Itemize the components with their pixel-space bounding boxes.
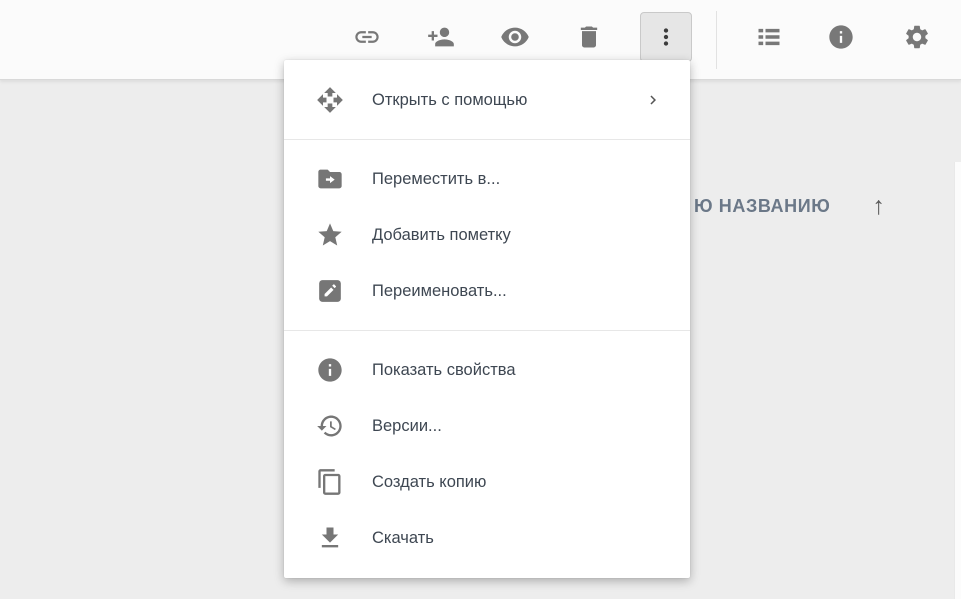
gear-icon [903,23,931,51]
menu-item-label: Переместить в... [372,170,500,189]
sort-header[interactable]: Ю НАЗВАНИЮ ↑ [694,194,885,219]
menu-item-download[interactable]: Скачать [284,510,690,566]
menu-item-show-properties[interactable]: Показать свойства [284,342,690,398]
download-icon [316,524,344,552]
person-add-icon [427,23,455,51]
menu-divider [284,139,690,140]
rename-icon [316,277,344,305]
star-icon [316,221,344,249]
scrollbar-track[interactable] [954,162,961,599]
toolbar-divider [716,11,717,69]
list-view-icon [755,23,783,51]
menu-item-move-to[interactable]: Переместить в... [284,151,690,207]
menu-item-versions[interactable]: Версии... [284,398,690,454]
menu-divider [284,330,690,331]
list-view-button[interactable] [745,13,793,61]
info-icon [316,356,344,384]
menu-item-label: Переименовать... [372,282,507,301]
menu-item-label: Скачать [372,529,434,548]
more-actions-button[interactable] [640,12,692,62]
get-link-button[interactable] [343,13,391,61]
history-icon [316,412,344,440]
arrow-up-icon[interactable]: ↑ [872,194,885,219]
menu-item-rename[interactable]: Переименовать... [284,263,690,319]
delete-button[interactable] [565,13,613,61]
sort-by-name-label[interactable]: Ю НАЗВАНИЮ [694,196,830,217]
share-button[interactable] [417,13,465,61]
settings-button[interactable] [893,13,941,61]
copy-icon [316,468,344,496]
menu-item-open-with[interactable]: Открыть с помощью [284,72,690,128]
menu-item-add-star[interactable]: Добавить пометку [284,207,690,263]
open-with-icon [316,86,344,114]
chevron-right-icon [644,91,662,109]
trash-icon [575,23,603,51]
preview-button[interactable] [491,13,539,61]
more-vert-icon [653,24,679,50]
view-details-button[interactable] [817,13,865,61]
move-to-folder-icon [316,165,344,193]
menu-item-label: Версии... [372,417,442,436]
link-icon [353,23,381,51]
menu-item-make-copy[interactable]: Создать копию [284,454,690,510]
menu-item-label: Создать копию [372,473,486,492]
menu-item-label: Добавить пометку [372,226,511,245]
eye-icon [500,22,530,52]
context-menu: Открыть с помощью Переместить в... Добав… [284,60,690,578]
menu-item-label: Показать свойства [372,361,516,380]
menu-item-label: Открыть с помощью [372,91,527,110]
info-icon [827,23,855,51]
